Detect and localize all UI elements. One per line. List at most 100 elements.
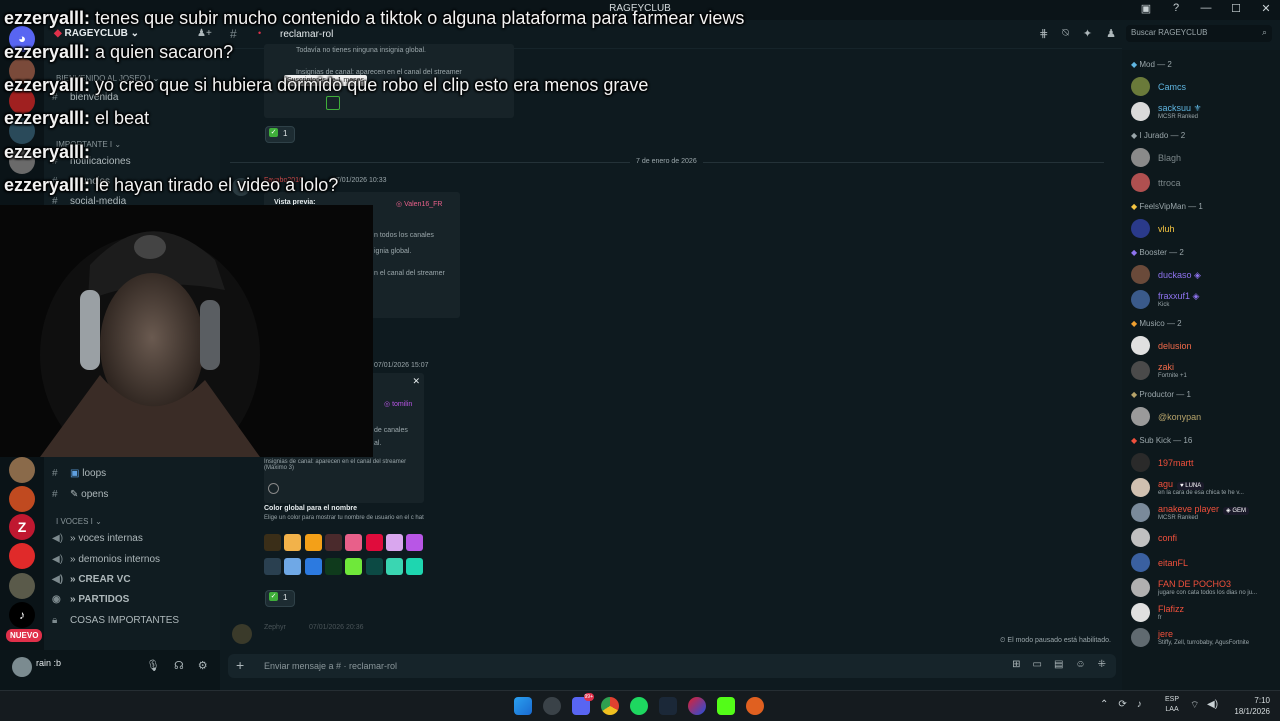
member-status: Kick bbox=[1158, 302, 1170, 308]
color-swatch[interactable] bbox=[324, 534, 342, 551]
gift-icon[interactable]: ⊞ bbox=[1012, 659, 1020, 670]
browser-app-icon[interactable] bbox=[688, 697, 706, 715]
color-swatch[interactable] bbox=[385, 558, 403, 575]
apps-icon[interactable]: ⁜ bbox=[1098, 659, 1106, 670]
member-group-label: I Jurado — 2 bbox=[1139, 131, 1186, 140]
member-item[interactable]: confi bbox=[1131, 527, 1276, 549]
color-swatch[interactable] bbox=[385, 534, 403, 551]
sticker-icon[interactable]: ▤ bbox=[1054, 659, 1063, 670]
color-swatch[interactable] bbox=[284, 558, 302, 575]
reaction-button[interactable]: ✓ 1 bbox=[265, 590, 295, 607]
member-item[interactable]: zaki Fortnite +1 bbox=[1131, 360, 1276, 382]
gif-icon[interactable]: ▭ bbox=[1032, 659, 1041, 670]
server-icon[interactable] bbox=[9, 573, 35, 599]
microphone-icon[interactable]: 🎙︎ bbox=[146, 659, 160, 672]
channel-cosas-importantes[interactable]: 🔒︎ COSAS IMPORTANTES bbox=[52, 615, 179, 626]
member-group-label: Productor — 1 bbox=[1139, 390, 1191, 399]
member-item[interactable]: anakeve player ◈ GEM MCSR Ranked bbox=[1131, 502, 1276, 524]
member-item[interactable]: Blagh bbox=[1131, 147, 1276, 169]
chrome-app-icon[interactable] bbox=[601, 697, 619, 715]
gear-icon[interactable]: ⚙ bbox=[198, 659, 208, 672]
reaction-button[interactable]: ✓ 1 bbox=[265, 126, 295, 143]
kick-app-icon[interactable] bbox=[717, 697, 735, 715]
server-icon[interactable] bbox=[9, 457, 35, 483]
pinned-icon[interactable]: ✦ bbox=[1083, 27, 1092, 40]
add-member-icon[interactable]: ♟+ bbox=[197, 28, 212, 39]
sync-icon[interactable]: ⟳ bbox=[1118, 699, 1126, 710]
members-icon[interactable]: ♟ bbox=[1106, 27, 1116, 40]
discord-app-icon[interactable]: 99+ bbox=[572, 693, 594, 715]
username[interactable]: rain :b bbox=[36, 658, 61, 668]
server-icon[interactable]: Z bbox=[9, 514, 35, 540]
add-attachment-icon[interactable]: + bbox=[236, 657, 244, 673]
member-item[interactable]: Flafizz fr bbox=[1131, 602, 1276, 624]
member-item[interactable]: sacksuu ⚜ MCSR Ranked bbox=[1131, 101, 1276, 123]
color-swatch[interactable] bbox=[264, 534, 281, 551]
color-swatch[interactable] bbox=[406, 534, 424, 551]
message-author[interactable]: Zephyr bbox=[264, 624, 286, 631]
voice-voces-internas[interactable]: ◀) » voces internas bbox=[52, 533, 143, 544]
color-swatch[interactable] bbox=[304, 558, 322, 575]
search-icon: ⌕ bbox=[1261, 27, 1267, 37]
color-swatch[interactable] bbox=[284, 534, 302, 551]
microphone-icon[interactable]: ♪ bbox=[1137, 699, 1142, 710]
color-swatch[interactable] bbox=[345, 558, 363, 575]
member-item[interactable]: eitanFL bbox=[1131, 552, 1276, 574]
server-icon[interactable] bbox=[9, 486, 35, 512]
help-icon[interactable]: ? bbox=[1168, 2, 1184, 15]
color-swatch[interactable] bbox=[365, 558, 383, 575]
voice-partidos[interactable]: ◉ » PARTIDOS bbox=[52, 594, 129, 605]
member-item[interactable]: jere Stiffy, Zell, turrobaby, AgusFortnit… bbox=[1131, 627, 1276, 649]
preview-line: n todos los canales bbox=[374, 232, 434, 239]
member-item[interactable]: delusion bbox=[1131, 335, 1276, 357]
clock[interactable]: 7:10 18/1/2026 bbox=[1226, 695, 1270, 717]
member-item[interactable]: Camcs bbox=[1131, 76, 1276, 98]
spotify-app-icon[interactable] bbox=[630, 697, 648, 715]
member-item[interactable]: FAN DE POCHO3 jugare con cata todos los d… bbox=[1131, 577, 1276, 599]
voice-demonios-internos[interactable]: ◀) » demonios internos bbox=[52, 554, 160, 565]
channel-opens[interactable]: # ✎ opens bbox=[52, 489, 108, 500]
color-swatch[interactable] bbox=[406, 558, 424, 575]
settings-app-icon[interactable] bbox=[543, 697, 561, 715]
color-swatch[interactable] bbox=[365, 534, 383, 551]
minimize-button[interactable]: — bbox=[1198, 2, 1214, 15]
search-input[interactable]: Buscar RAGEYCLUB ⌕ bbox=[1126, 25, 1272, 42]
avatar[interactable] bbox=[12, 657, 32, 677]
avatar[interactable] bbox=[232, 624, 252, 644]
member-item[interactable]: @konypan bbox=[1131, 406, 1276, 428]
close-button[interactable]: ✕ bbox=[1258, 2, 1274, 15]
server-icon[interactable] bbox=[9, 543, 35, 569]
chevron-up-icon[interactable]: ⌃ bbox=[1100, 699, 1108, 710]
member-item[interactable]: agu ♥ LUNA en la cara de esa chica te he v… bbox=[1131, 477, 1276, 499]
volume-icon[interactable]: ◀) bbox=[1207, 699, 1218, 710]
inbox-icon[interactable]: ▣ bbox=[1138, 2, 1154, 15]
color-swatch[interactable] bbox=[324, 558, 342, 575]
threads-icon[interactable]: ⋕ bbox=[1039, 27, 1048, 40]
windows-start-icon[interactable] bbox=[514, 697, 532, 715]
member-name: duckaso ◈ bbox=[1158, 270, 1201, 281]
language-indicator[interactable]: ESP LAA bbox=[1165, 695, 1179, 715]
member-item[interactable]: vluh bbox=[1131, 218, 1276, 240]
member-item[interactable]: 197martt bbox=[1131, 452, 1276, 474]
maximize-button[interactable]: ☐ bbox=[1228, 2, 1244, 15]
color-swatch[interactable] bbox=[304, 534, 322, 551]
voice-crear-vc[interactable]: ◀) » CREAR VC bbox=[52, 574, 131, 585]
network-icon[interactable]: ⌔ bbox=[1190, 699, 1199, 712]
member-name: eitanFL bbox=[1158, 558, 1188, 568]
color-swatch[interactable] bbox=[345, 534, 363, 551]
server-name[interactable]: ◆ RAGEYCLUB ⌄ bbox=[54, 28, 139, 39]
channel-loops[interactable]: # ▣ loops bbox=[52, 468, 106, 479]
headphones-icon[interactable]: ☊ bbox=[174, 659, 184, 672]
emoji-icon[interactable]: ☺ bbox=[1075, 659, 1085, 670]
app-icon[interactable] bbox=[746, 697, 764, 715]
channel-category[interactable]: I VOCES I ⌄ bbox=[56, 517, 102, 526]
tiktok-server-icon[interactable]: ♪ bbox=[9, 602, 35, 628]
member-item[interactable]: fraxxuf1 ◈ Kick bbox=[1131, 289, 1276, 311]
mute-icon[interactable]: ⍉ bbox=[1062, 27, 1069, 40]
message-composer[interactable]: + Enviar mensaje a # · reclamar-rol ⊞ ▭ … bbox=[228, 654, 1116, 678]
steam-app-icon[interactable] bbox=[659, 697, 677, 715]
member-item[interactable]: ttroca bbox=[1131, 172, 1276, 194]
color-swatch[interactable] bbox=[264, 558, 281, 575]
member-item[interactable]: duckaso ◈ bbox=[1131, 264, 1276, 286]
close-icon[interactable]: ✕ bbox=[412, 376, 420, 387]
